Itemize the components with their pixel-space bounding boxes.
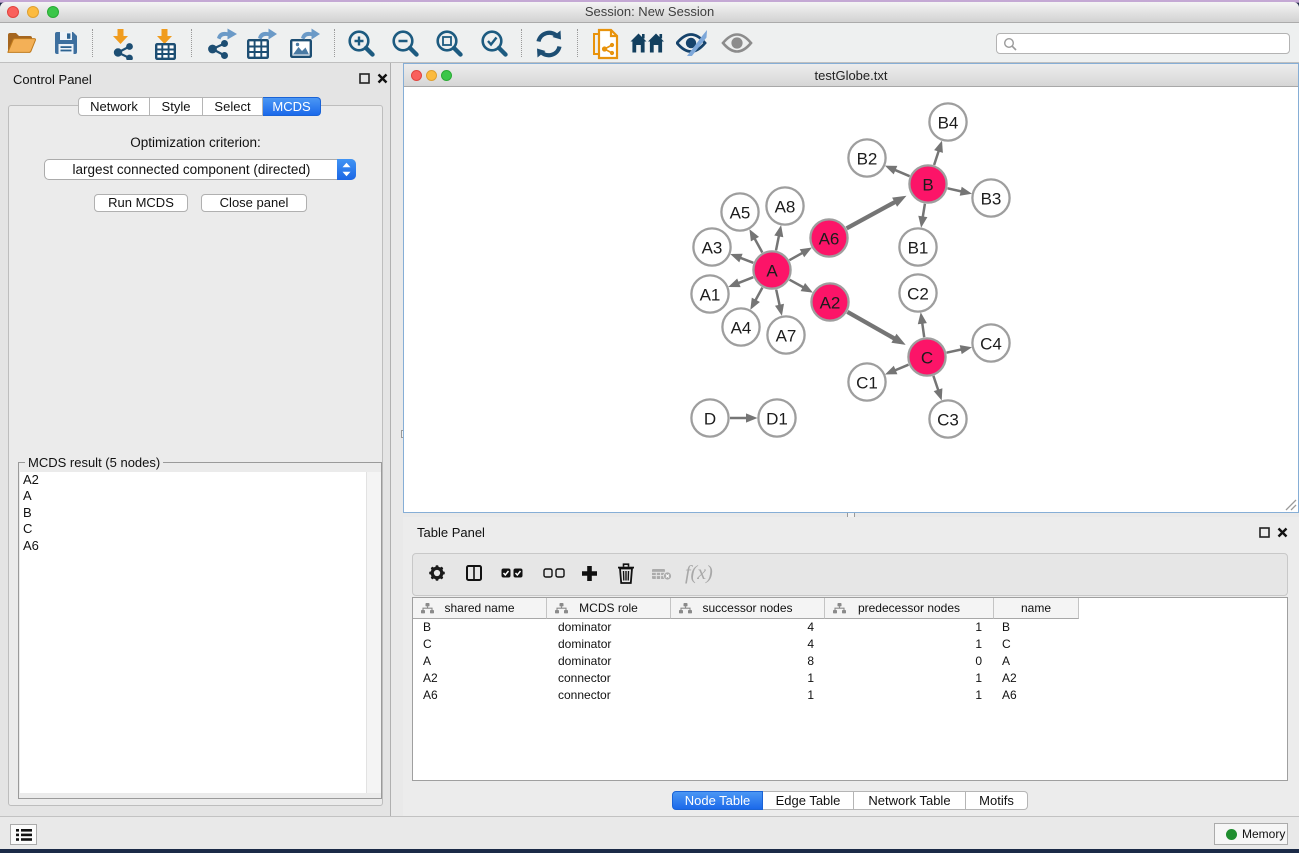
- svg-text:D1: D1: [766, 410, 788, 429]
- svg-text:C4: C4: [980, 335, 1002, 354]
- svg-text:A6: A6: [819, 230, 840, 249]
- svg-text:C: C: [921, 349, 933, 368]
- svg-text:A4: A4: [731, 319, 752, 338]
- svg-text:A: A: [766, 262, 778, 281]
- svg-text:A7: A7: [776, 327, 797, 346]
- svg-text:B: B: [922, 176, 933, 195]
- svg-text:B1: B1: [908, 239, 929, 258]
- svg-text:A2: A2: [820, 294, 841, 313]
- svg-text:C1: C1: [856, 374, 878, 393]
- svg-text:B2: B2: [857, 150, 878, 169]
- svg-text:A3: A3: [702, 239, 723, 258]
- svg-text:C3: C3: [937, 411, 959, 430]
- svg-text:A5: A5: [730, 204, 751, 223]
- svg-text:D: D: [704, 410, 716, 429]
- svg-text:B4: B4: [938, 114, 959, 133]
- svg-text:A1: A1: [700, 286, 721, 305]
- svg-text:A8: A8: [775, 198, 796, 217]
- svg-text:B3: B3: [981, 190, 1002, 209]
- svg-text:C2: C2: [907, 285, 929, 304]
